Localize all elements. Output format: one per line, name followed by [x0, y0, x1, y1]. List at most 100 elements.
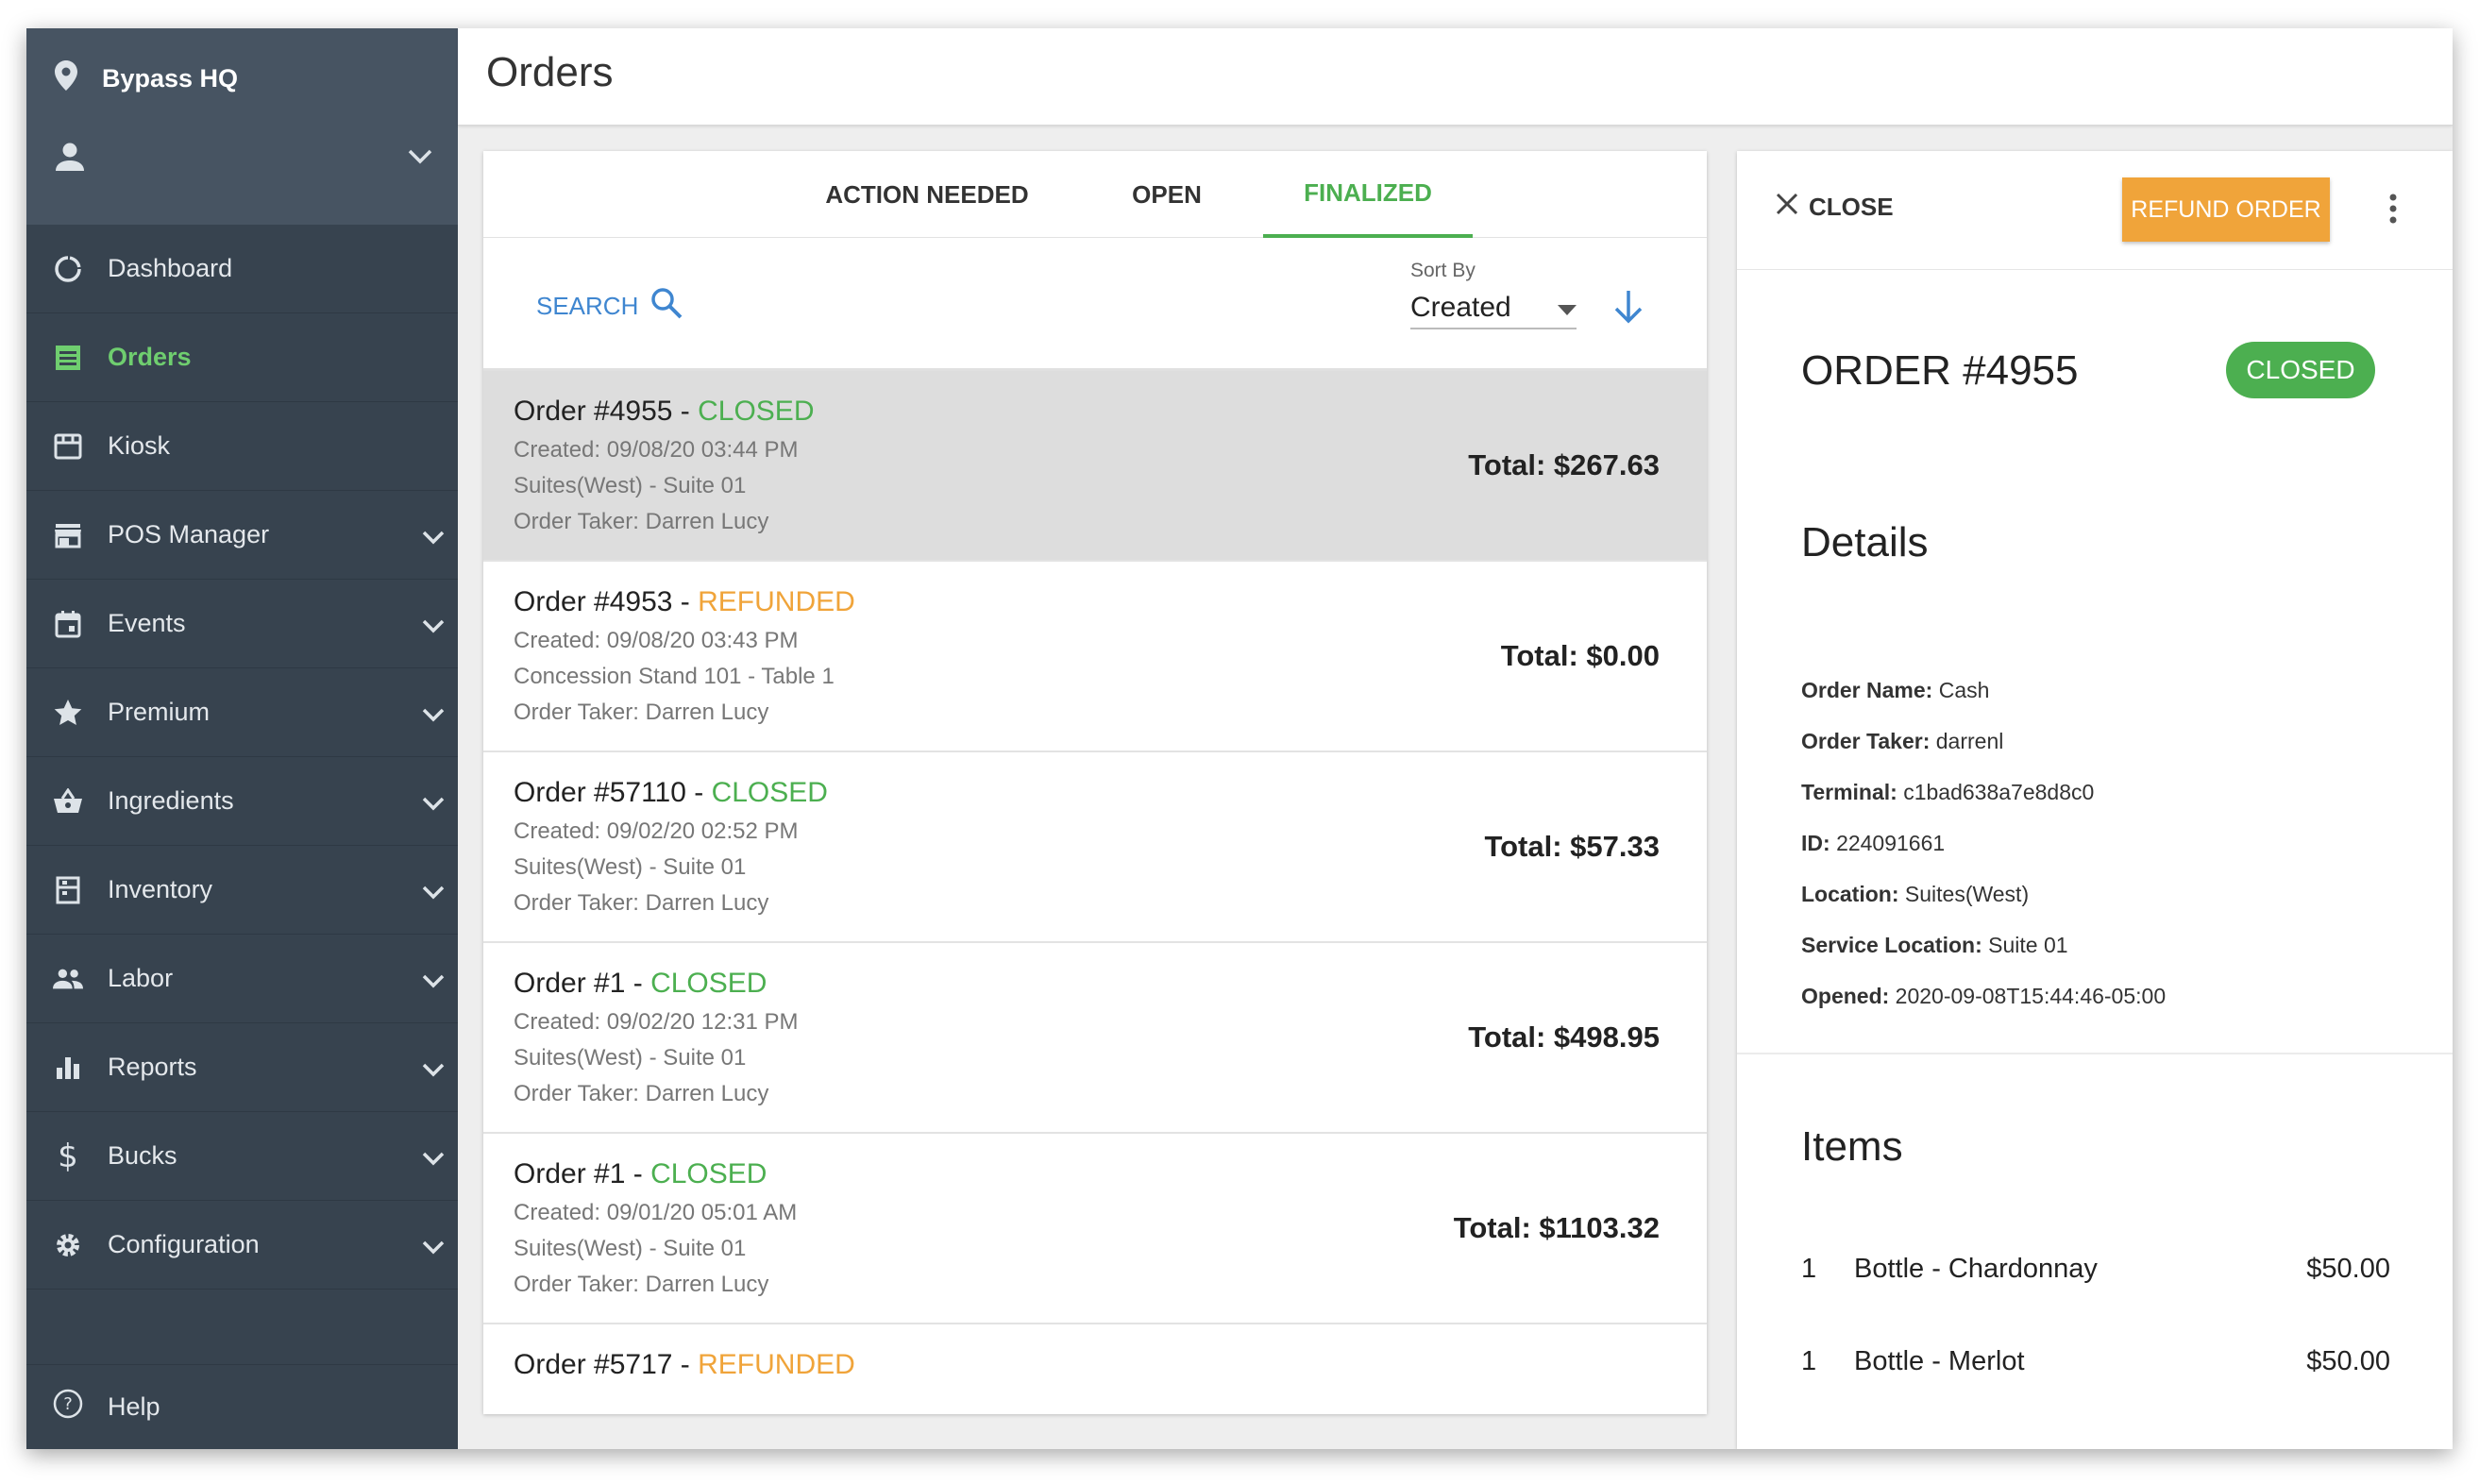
- sidebar-item-dashboard[interactable]: Dashboard: [26, 225, 458, 313]
- venue-selector[interactable]: Bypass HQ: [55, 60, 238, 97]
- sidebar-item-configuration[interactable]: Configuration: [26, 1201, 458, 1290]
- details-heading: Details: [1801, 519, 1929, 565]
- orders-list: Order #4955 - CLOSED Created: 09/08/20 0…: [483, 371, 1707, 1414]
- order-number: Order #4955 -: [514, 396, 699, 427]
- tab-open[interactable]: OPEN: [1095, 151, 1239, 238]
- sidebar-item-ingredients[interactable]: Ingredients: [26, 757, 458, 846]
- bar-chart-icon: [53, 1053, 83, 1083]
- arrow-down-icon: [1612, 291, 1644, 329]
- detail-label: Location:: [1801, 882, 1899, 906]
- search-label: SEARCH: [536, 292, 639, 320]
- sort-by-select[interactable]: Created: [1410, 288, 1577, 329]
- sidebar-item-events[interactable]: Events: [26, 580, 458, 668]
- help-label: Help: [108, 1392, 160, 1421]
- sidebar-item-label: Orders: [108, 343, 192, 371]
- calendar-icon: [53, 609, 83, 639]
- detail-value: darrenl: [1935, 729, 2004, 753]
- order-created: Created: 09/08/20 03:43 PM: [514, 628, 799, 653]
- more-options-icon[interactable]: [2388, 193, 2398, 229]
- detail-label: Terminal:: [1801, 780, 1897, 804]
- sidebar-item-label: Configuration: [108, 1230, 260, 1258]
- detail-row-terminal: Terminal: c1bad638a7e8d8c0: [1801, 780, 2094, 805]
- order-row[interactable]: Order #4955 - CLOSED Created: 09/08/20 0…: [483, 371, 1707, 562]
- sidebar-item-help[interactable]: ? Help: [26, 1364, 458, 1449]
- detail-row-opened: Opened: 2020-09-08T15:44:46-05:00: [1801, 984, 2166, 1009]
- chevron-down-icon[interactable]: [422, 612, 445, 641]
- detail-label: Opened:: [1801, 984, 1890, 1008]
- order-taker: Order Taker: Darren Lucy: [514, 890, 769, 916]
- sidebar-item-labor[interactable]: Labor: [26, 935, 458, 1023]
- caret-down-icon: [1558, 292, 1577, 324]
- chevron-down-icon[interactable]: [422, 523, 445, 552]
- order-number: Order #1 -: [514, 1158, 651, 1189]
- sidebar-item-kiosk[interactable]: Kiosk: [26, 402, 458, 491]
- order-row[interactable]: Order #1 - CLOSED Created: 09/02/20 12:3…: [483, 943, 1707, 1134]
- inventory-icon: [53, 875, 83, 905]
- order-location: Suites(West) - Suite 01: [514, 1045, 747, 1071]
- user-menu[interactable]: [55, 142, 432, 177]
- order-title: Order #4953 - REFUNDED: [514, 586, 855, 618]
- chevron-down-icon[interactable]: [422, 967, 445, 996]
- sidebar-item-label: Inventory: [108, 875, 213, 903]
- store-icon: [53, 520, 83, 550]
- sidebar-item-label: Labor: [108, 964, 174, 992]
- item-quantity: 1: [1801, 1346, 1817, 1376]
- order-row[interactable]: Order #1 - CLOSED Created: 09/01/20 05:0…: [483, 1134, 1707, 1324]
- order-detail-panel: CLOSE REFUND ORDER ORDER #4955 CLOSED De…: [1737, 151, 2453, 1449]
- sidebar-item-inventory[interactable]: Inventory: [26, 846, 458, 935]
- sidebar-item-premium[interactable]: Premium: [26, 668, 458, 757]
- order-number-heading: ORDER #4955: [1801, 347, 2079, 394]
- gear-icon: [53, 1230, 83, 1260]
- chevron-down-icon[interactable]: [408, 149, 432, 169]
- order-total: Total: $0.00: [1500, 639, 1660, 672]
- chevron-down-icon[interactable]: [422, 700, 445, 730]
- chevron-down-icon[interactable]: [422, 878, 445, 907]
- order-row[interactable]: Order #4953 - REFUNDED Created: 09/08/20…: [483, 562, 1707, 752]
- people-icon: [53, 964, 83, 994]
- detail-value: c1bad638a7e8d8c0: [1903, 780, 2095, 804]
- sidebar-item-reports[interactable]: Reports: [26, 1023, 458, 1112]
- close-button[interactable]: CLOSE: [1775, 192, 1894, 223]
- tab-action-needed[interactable]: ACTION NEEDED: [795, 151, 1059, 238]
- sidebar-item-label: Kiosk: [108, 431, 171, 460]
- sort-direction-button[interactable]: [1612, 288, 1644, 330]
- chevron-down-icon[interactable]: [422, 789, 445, 818]
- kiosk-icon: [53, 431, 83, 462]
- refund-order-button[interactable]: REFUND ORDER: [2122, 177, 2330, 242]
- status-badge: CLOSED: [2226, 342, 2375, 398]
- sort-by-label: Sort By: [1410, 260, 1476, 281]
- detail-label: ID:: [1801, 831, 1830, 855]
- venue-name: Bypass HQ: [102, 64, 239, 93]
- detail-label: Service Location:: [1801, 933, 1982, 957]
- sidebar-item-orders[interactable]: Orders: [26, 313, 458, 402]
- sidebar-item-bucks[interactable]: $ Bucks: [26, 1112, 458, 1201]
- item-quantity: 1: [1801, 1254, 1817, 1284]
- chevron-down-icon[interactable]: [422, 1144, 445, 1173]
- sidebar: Bypass HQ Dashboard Orders Kiosk POS Man…: [26, 28, 458, 1449]
- search-icon: [649, 286, 683, 327]
- help-icon: ?: [53, 1389, 83, 1425]
- order-row[interactable]: Order #57110 - CLOSED Created: 09/02/20 …: [483, 752, 1707, 943]
- sidebar-item-label: Bucks: [108, 1141, 177, 1170]
- order-status: CLOSED: [698, 396, 815, 427]
- tab-finalized[interactable]: FINALIZED: [1263, 151, 1473, 238]
- order-total: Total: $267.63: [1468, 448, 1660, 481]
- item-price: $50.00: [2306, 1254, 2390, 1284]
- list-toolbar: SEARCH Sort By Created: [483, 239, 1707, 371]
- svg-text:?: ?: [63, 1394, 73, 1414]
- search-button[interactable]: SEARCH: [536, 286, 683, 327]
- order-taker: Order Taker: Darren Lucy: [514, 1081, 769, 1106]
- sidebar-nav: Dashboard Orders Kiosk POS Manager Event…: [26, 225, 458, 1290]
- order-created: Created: 09/08/20 03:44 PM: [514, 437, 799, 463]
- detail-label: Order Taker:: [1801, 729, 1931, 753]
- order-created: Created: 09/01/20 05:01 AM: [514, 1200, 798, 1225]
- chevron-down-icon[interactable]: [422, 1055, 445, 1085]
- dashboard-icon: [53, 254, 83, 284]
- location-pin-icon: [55, 60, 77, 97]
- chevron-down-icon[interactable]: [422, 1233, 445, 1262]
- order-title: Order #4955 - CLOSED: [514, 396, 814, 428]
- sidebar-item-pos-manager[interactable]: POS Manager: [26, 491, 458, 580]
- order-created: Created: 09/02/20 12:31 PM: [514, 1009, 799, 1035]
- order-row[interactable]: Order #5717 - REFUNDED: [483, 1324, 1707, 1414]
- sidebar-header: Bypass HQ: [26, 28, 458, 225]
